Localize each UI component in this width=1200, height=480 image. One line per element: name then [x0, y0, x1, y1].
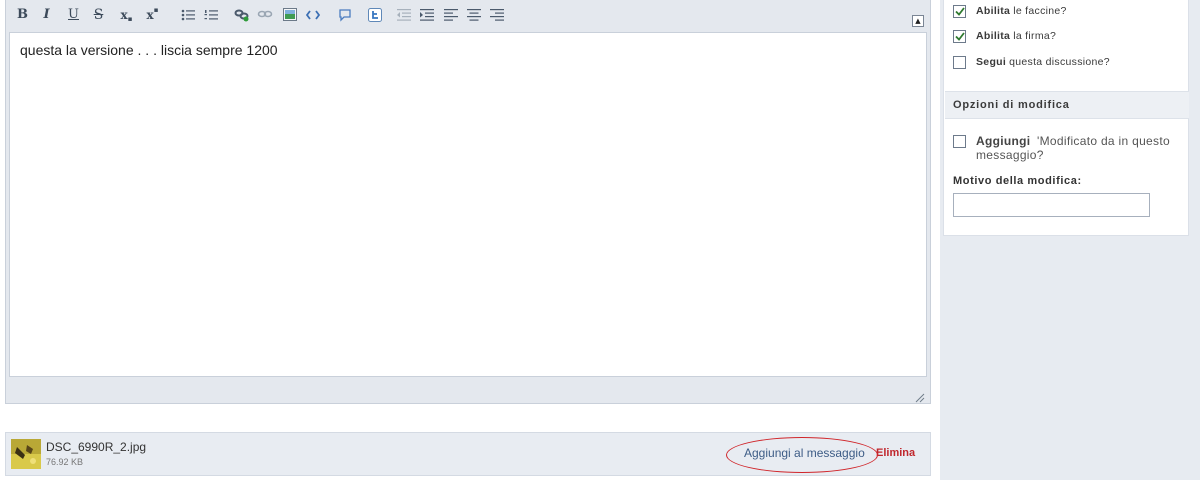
- align-left-icon: [443, 8, 458, 21]
- twitter-button[interactable]: [366, 6, 383, 23]
- add-to-message-link[interactable]: Aggiungi al messaggio: [744, 446, 865, 460]
- insert-link-button[interactable]: [233, 6, 250, 23]
- align-right-icon: [489, 8, 504, 21]
- collapse-toolbar-button[interactable]: ▲: [912, 15, 924, 27]
- superscript-mark-icon: ▪: [153, 5, 159, 14]
- align-center-button[interactable]: [465, 6, 482, 23]
- delete-attachment-link[interactable]: Elimina: [876, 447, 915, 459]
- remove-link-button[interactable]: [256, 6, 273, 23]
- align-right-button[interactable]: [488, 6, 505, 23]
- subscribe-thread-option[interactable]: Segui questa discussione?: [953, 56, 1110, 69]
- bold-button[interactable]: B: [14, 6, 31, 23]
- image-icon: [282, 8, 297, 21]
- subscribe-thread-checkbox[interactable]: [953, 56, 966, 69]
- post-options-panel: Abilita le faccine? Abilita la firma? Segu…: [943, 0, 1189, 236]
- indent-button[interactable]: [418, 6, 435, 23]
- enable-signature-label: Abilita la firma?: [976, 30, 1057, 42]
- subscript-button[interactable]: x ▪: [118, 6, 135, 23]
- enable-smilies-label: Abilita le faccine?: [976, 5, 1067, 17]
- edit-options-heading: Opzioni di modifica: [945, 91, 1189, 119]
- bullet-list-button[interactable]: [179, 6, 196, 23]
- code-icon: [305, 9, 320, 20]
- message-textarea[interactable]: questa la versione . . . liscia sempre 1…: [9, 32, 927, 377]
- unlink-icon: [257, 10, 272, 17]
- italic-button[interactable]: I: [38, 6, 55, 23]
- enable-smilies-checkbox[interactable]: [953, 5, 966, 18]
- quote-button[interactable]: [336, 6, 353, 23]
- edit-reason-input[interactable]: [953, 193, 1150, 217]
- checkmark-icon: [954, 7, 965, 16]
- enable-smilies-option[interactable]: Abilita le faccine?: [953, 5, 1067, 18]
- indent-icon: [419, 8, 434, 21]
- append-edited-note-option[interactable]: Aggiungi 'Modificato da in questo messag…: [953, 134, 1178, 162]
- numbered-list-button[interactable]: [202, 6, 219, 23]
- attachment-thumbnail[interactable]: [11, 439, 41, 469]
- checkmark-icon: [954, 32, 965, 41]
- superscript-glyph: x: [146, 7, 154, 22]
- editor-toolbar: B I U S x ▪ x ▪ ▲: [6, 0, 930, 32]
- superscript-button[interactable]: x ▪: [144, 6, 161, 23]
- align-left-button[interactable]: [442, 6, 459, 23]
- outdent-button[interactable]: [395, 6, 412, 23]
- attachment-file-size: 76.92 KB: [46, 457, 84, 467]
- resize-grip-icon[interactable]: [913, 388, 925, 403]
- edit-reason-label: Motivo della modifica:: [953, 175, 1082, 187]
- page: B I U S x ▪ x ▪ ▲ questa la versione . .…: [0, 0, 1200, 480]
- twitter-icon: [367, 7, 382, 22]
- insert-image-button[interactable]: [281, 6, 298, 23]
- subscribe-thread-label: Segui questa discussione?: [976, 56, 1110, 68]
- link-icon: [234, 9, 248, 21]
- subscript-glyph: x: [120, 7, 128, 22]
- append-edited-note-label: Aggiungi 'Modificato da in questo messag…: [976, 134, 1170, 162]
- arrow-up-icon: ▲: [915, 17, 921, 25]
- attachment-file-name[interactable]: DSC_6990R_2.jpg: [46, 440, 146, 454]
- enable-signature-checkbox[interactable]: [953, 30, 966, 43]
- speech-bubble-icon: [338, 8, 351, 22]
- numbered-list-icon: [204, 9, 218, 19]
- outdent-icon: [396, 8, 411, 21]
- underline-button[interactable]: U: [65, 6, 82, 23]
- align-center-icon: [466, 8, 481, 21]
- enable-signature-option[interactable]: Abilita la firma?: [953, 30, 1056, 43]
- subscript-mark-icon: ▪: [127, 14, 133, 23]
- message-editor: B I U S x ▪ x ▪ ▲ questa la versione . .…: [5, 0, 931, 404]
- code-button[interactable]: [304, 6, 321, 23]
- bullet-list-icon: [181, 9, 195, 20]
- append-edited-note-checkbox[interactable]: [953, 135, 966, 148]
- attachment-item: DSC_6990R_2.jpg 76.92 KB Aggiungi al mes…: [5, 432, 931, 476]
- strikethrough-button[interactable]: S: [90, 6, 107, 23]
